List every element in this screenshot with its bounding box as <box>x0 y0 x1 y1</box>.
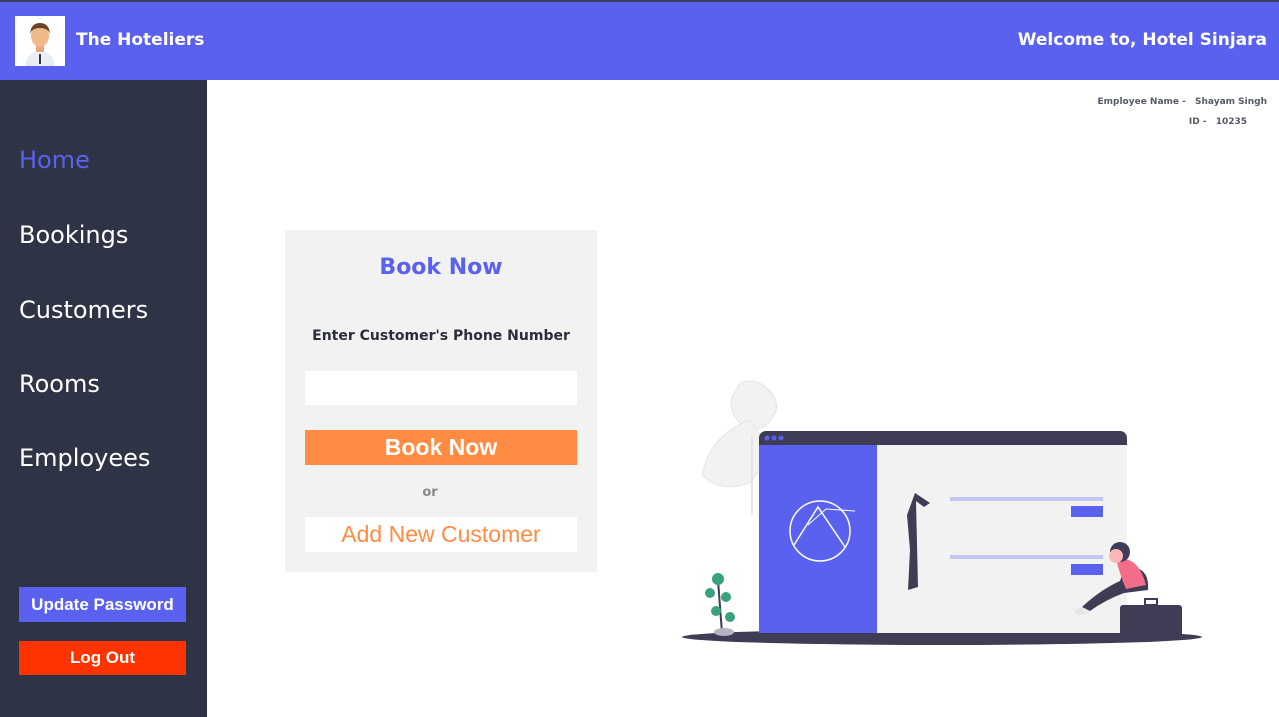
employee-name: Shayam Singh <box>1195 97 1267 107</box>
employee-id-label: ID - <box>1188 117 1207 127</box>
top-header: The Hoteliers Welcome to, Hotel Sinjara <box>0 0 1279 80</box>
person-avatar-icon <box>15 16 65 66</box>
booking-title: Book Now <box>379 255 503 280</box>
employee-id: 10235 <box>1215 117 1247 127</box>
sidebar: Home Bookings Customers Rooms Employees … <box>0 80 207 717</box>
employee-name-label: Employee Name - <box>1097 97 1186 107</box>
brand-title: The Hoteliers <box>76 30 205 50</box>
phone-prompt: Enter Customer's Phone Number <box>312 328 570 344</box>
welcome-text: Welcome to, Hotel Sinjara <box>1017 30 1267 50</box>
logout-button[interactable]: Log Out <box>19 641 186 675</box>
booking-card: Book Now Enter Customer's Phone Number B… <box>285 230 597 572</box>
phone-input[interactable] <box>305 371 577 405</box>
sidebar-item-employees[interactable]: Employees <box>19 444 150 472</box>
sidebar-item-rooms[interactable]: Rooms <box>19 370 100 398</box>
add-new-customer-button[interactable]: Add New Customer <box>305 517 577 552</box>
booking-illustration <box>680 375 1210 655</box>
sidebar-item-bookings[interactable]: Bookings <box>19 221 128 249</box>
employee-info: Employee Name - Shayam Singh ID - 10235 <box>1097 96 1267 136</box>
sidebar-item-home[interactable]: Home <box>19 146 90 174</box>
book-now-button[interactable]: Book Now <box>305 430 577 465</box>
update-password-button[interactable]: Update Password <box>19 587 186 622</box>
or-separator: or <box>422 485 438 500</box>
sidebar-item-customers[interactable]: Customers <box>19 296 148 324</box>
avatar[interactable] <box>15 16 65 66</box>
